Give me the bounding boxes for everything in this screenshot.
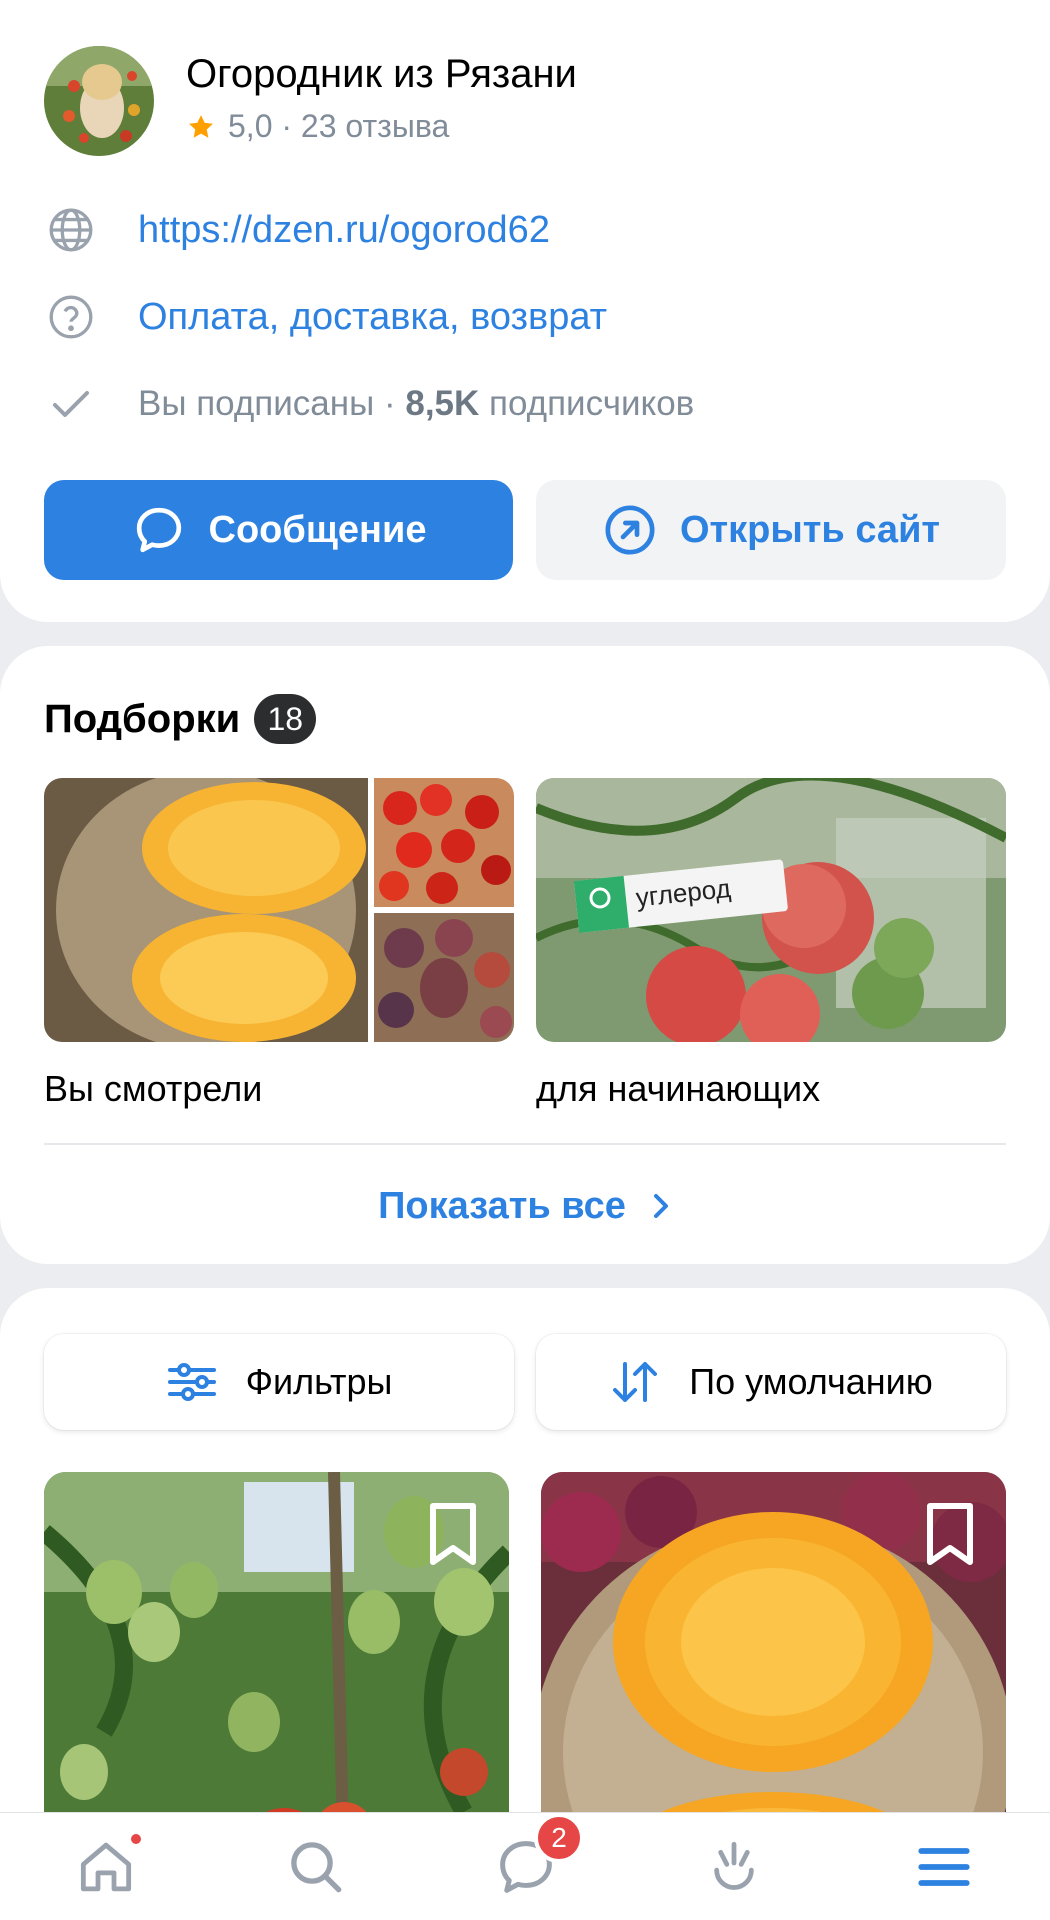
collection-card[interactable]: углерод для начинающих [536,778,1006,1110]
collection-label: для начинающих [536,1068,821,1109]
tab-search[interactable] [276,1827,356,1907]
collection-label: Вы смотрели [44,1068,263,1109]
subscribers-separator: · [374,384,406,423]
rating-value: 5,0 [228,108,273,144]
bookmark-icon[interactable] [425,1502,481,1568]
open-site-button[interactable]: Открыть сайт [536,480,1006,580]
collection-thumbnail: углерод [536,778,1006,1042]
sort-arrows-icon [613,1362,658,1402]
shop-avatar[interactable] [44,46,154,156]
collections-title: Подборки [44,696,241,741]
shop-page: Огородник из Рязани 5,0 · 23 отзыва http… [0,0,1050,1920]
tab-menu[interactable] [904,1827,984,1907]
unread-messages-badge: 2 [534,1813,584,1863]
subscription-status: Вы подписаны · 8,5K подписчиков [138,384,694,424]
policy-row[interactable]: Оплата, доставка, возврат [44,287,607,347]
message-button[interactable]: Сообщение [44,480,513,580]
show-all-label: Показать все [378,1184,626,1227]
subscribers-word: подписчиков [479,384,695,423]
filters-button[interactable]: Фильтры [44,1334,514,1430]
search-icon [291,1842,342,1893]
services-icon [714,1841,754,1890]
tab-services[interactable] [694,1827,774,1907]
notification-dot [128,1831,144,1847]
collection-thumbnail [44,778,514,1042]
open-site-button-label: Открыть сайт [679,508,941,551]
website-row[interactable]: https://dzen.ru/ogorod62 [44,200,550,260]
subscription-row[interactable]: Вы подписаны · 8,5K подписчиков [44,374,694,434]
bottom-tab-bar: 2 [0,1812,1050,1920]
check-icon [44,377,98,431]
help-icon [44,290,98,344]
divider [44,1143,1006,1145]
sort-label: По умолчанию [689,1361,933,1402]
sliders-icon [167,1363,216,1401]
collection-card[interactable]: Вы смотрели [44,778,514,1110]
subscribed-label: Вы подписаны [138,384,375,423]
home-icon [80,1842,132,1892]
message-button-label: Сообщение [208,508,427,551]
tab-home[interactable] [66,1827,146,1907]
reviews-count: 23 отзыва [300,108,450,144]
show-all-button[interactable]: Показать все [0,1176,1050,1236]
external-link-icon [605,505,655,555]
collections-header: Подборки 18 [44,694,317,744]
globe-icon [44,203,98,257]
tab-messages[interactable]: 2 [486,1813,584,1907]
menu-icon [918,1848,970,1886]
collections-card: Подборки 18 Вы смотрели углерод для начи… [0,646,1050,1264]
filters-label: Фильтры [245,1361,393,1402]
shop-name: Огородник из Рязани [186,52,577,96]
collections-count-badge: 18 [254,694,317,744]
shop-rating[interactable]: 5,0 · 23 отзыва [186,108,449,145]
subscribers-count: 8,5K [405,384,480,423]
profile-card: Огородник из Рязани 5,0 · 23 отзыва http… [0,0,1050,622]
bookmark-icon[interactable] [922,1502,978,1568]
policy-link[interactable]: Оплата, доставка, возврат [138,296,607,339]
chat-bubble-icon [136,507,181,553]
chevron-right-icon [653,1194,668,1218]
website-link[interactable]: https://dzen.ru/ogorod62 [138,209,550,252]
sort-button[interactable]: По умолчанию [536,1334,1006,1430]
rating-separator: · [272,108,301,144]
star-icon [189,114,213,138]
